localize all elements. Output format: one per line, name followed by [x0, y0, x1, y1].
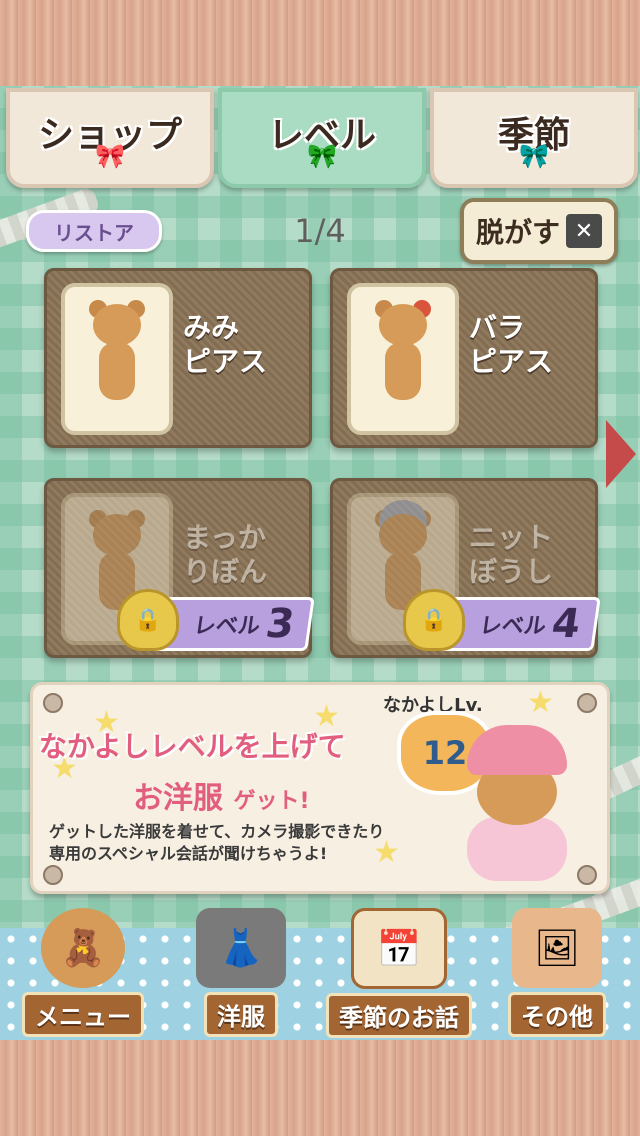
heart-lock-icon: 🔒	[117, 589, 179, 651]
level-label: レベル	[192, 614, 262, 639]
bear-icon: 🧸	[41, 908, 125, 988]
item-card[interactable]: みみ ピアス	[44, 268, 312, 448]
pink-bow-icon: 🎀	[95, 142, 125, 170]
pin-icon	[577, 693, 597, 713]
banner-description: ゲットした洋服を着せて、カメラ撮影できたり 専用のスペシャル会話が聞けちゃうよ!	[49, 822, 385, 863]
banner-subline-main: お洋服	[133, 781, 223, 816]
restore-button[interactable]: リストア	[26, 210, 162, 252]
nav-menu-label: メニュー	[22, 992, 144, 1037]
bear-with-pink-hat-icon	[453, 725, 583, 885]
pin-icon	[43, 693, 63, 713]
next-page-arrow-icon[interactable]	[606, 420, 636, 488]
pin-icon	[43, 865, 63, 885]
level-up-banner[interactable]: ★ ★ ★ ★ ★ なかよしレベルを上げて お洋服 ゲット! ゲットした洋服を着…	[30, 682, 610, 894]
banner-headline: なかよしレベルを上げて	[39, 730, 346, 763]
nav-season-story[interactable]: 📅 季節のお話	[326, 908, 472, 1038]
bear-icon	[81, 300, 153, 414]
green-bow-icon: 🎀	[307, 142, 337, 170]
nav-clothes[interactable]: 👗 洋服	[176, 908, 306, 1038]
nav-menu[interactable]: 🧸 メニュー	[18, 908, 148, 1038]
wood-header-background	[0, 0, 640, 92]
blue-bow-icon: 🎀	[519, 142, 549, 170]
level-label: レベル	[478, 614, 548, 639]
item-name: まっか りぼん	[183, 521, 268, 588]
item-name: ニット ぼうし	[469, 521, 554, 588]
nav-other[interactable]: 🖼 その他	[492, 908, 622, 1038]
level-number: 3	[262, 601, 298, 647]
tab-shop[interactable]: ショップ 🎀	[6, 88, 214, 188]
nav-season-story-label: 季節のお話	[326, 993, 472, 1038]
tab-season[interactable]: 季節 🎀	[430, 88, 638, 188]
calendar-icon: 📅	[351, 908, 447, 989]
bear-icon	[367, 300, 439, 414]
heart-lock-icon: 🔒	[403, 589, 465, 651]
tab-level[interactable]: レベル 🎀	[218, 88, 426, 188]
item-name: バラ ピアス	[469, 311, 554, 378]
undress-button[interactable]: 脱がす ✕	[460, 198, 618, 264]
item-card-locked[interactable]: まっか りぼん レベル 3 🔒	[44, 478, 315, 658]
banner-subline-suffix: ゲット!	[233, 789, 310, 814]
wood-footer-background	[0, 1040, 640, 1136]
item-card-locked[interactable]: ニット ぼうし レベル 4 🔒	[330, 478, 601, 658]
undress-label: 脱がす	[475, 216, 560, 249]
photos-icon: 🖼	[512, 908, 602, 988]
item-card[interactable]: バラ ピアス	[330, 268, 598, 448]
item-portrait	[347, 283, 459, 435]
shirt-remove-icon: ✕	[566, 214, 602, 248]
item-name: みみ ピアス	[183, 311, 268, 378]
star-icon: ★	[527, 685, 554, 720]
banner-subline: お洋服 ゲット!	[133, 773, 310, 817]
page-indicator: 1/4	[294, 212, 346, 250]
nav-other-label: その他	[508, 992, 606, 1037]
level-number: 4	[548, 601, 584, 647]
nav-clothes-label: 洋服	[204, 992, 278, 1037]
clothes-icon: 👗	[196, 908, 286, 988]
item-portrait	[61, 283, 173, 435]
